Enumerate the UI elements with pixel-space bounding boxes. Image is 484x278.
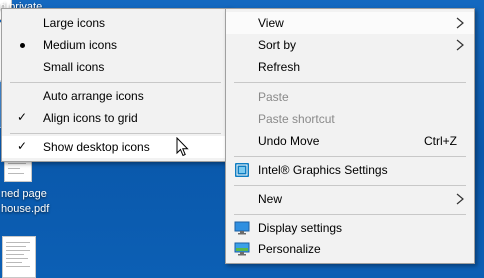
menu-item-label: Refresh	[258, 60, 301, 74]
menu-item-label: Personalize	[258, 242, 321, 256]
menu-separator	[234, 156, 466, 157]
menu-item-paste[interactable]: Paste	[226, 86, 474, 108]
mouse-cursor-icon	[176, 137, 189, 157]
chevron-right-icon	[456, 39, 464, 51]
menu-item-label: Medium icons	[43, 38, 118, 52]
menu-item-label: Intel® Graphics Settings	[258, 163, 388, 177]
menu-item-label: Small icons	[43, 60, 105, 74]
display-settings-icon	[234, 221, 250, 235]
menu-item-label: Show desktop icons	[43, 140, 150, 154]
menu-item-medium-icons[interactable]: Medium icons	[2, 34, 229, 56]
desktop-icon-thumbnail[interactable]	[2, 236, 36, 278]
check-icon: ✓	[17, 139, 28, 153]
menu-item-small-icons[interactable]: Small icons	[2, 56, 229, 78]
keyboard-shortcut: Ctrl+Z	[424, 134, 457, 148]
menu-item-align-icons-to-grid[interactable]: ✓ Align icons to grid	[2, 107, 229, 129]
menu-item-label: Align icons to grid	[43, 111, 138, 125]
bullet-icon	[20, 43, 25, 48]
menu-separator	[234, 214, 466, 215]
desktop-icon-label: house.pdf	[1, 203, 50, 215]
menu-separator	[10, 82, 221, 83]
menu-item-display-settings[interactable]: Display settings	[226, 217, 474, 239]
menu-item-view[interactable]: View	[226, 12, 474, 34]
menu-item-undo-move[interactable]: Undo Move Ctrl+Z	[226, 130, 474, 152]
menu-item-label: Paste shortcut	[258, 112, 335, 126]
desktop-context-menu: View Sort by Refresh Paste Paste shortcu…	[225, 8, 475, 264]
chevron-right-icon	[456, 17, 464, 29]
desktop-icon-label: ned page	[1, 188, 47, 200]
menu-item-label: View	[258, 16, 284, 30]
view-submenu: Large icons Medium icons Small icons Aut…	[1, 8, 230, 162]
menu-item-large-icons[interactable]: Large icons	[2, 12, 229, 34]
menu-item-label: Undo Move	[258, 134, 320, 148]
menu-item-paste-shortcut[interactable]: Paste shortcut	[226, 108, 474, 130]
menu-item-personalize[interactable]: Personalize	[226, 238, 474, 260]
personalize-icon	[234, 242, 250, 256]
menu-item-new[interactable]: New	[226, 188, 474, 210]
menu-item-label: Auto arrange icons	[43, 89, 144, 103]
menu-separator	[10, 133, 221, 134]
menu-item-label: Large icons	[43, 16, 106, 30]
menu-item-label: Paste	[258, 90, 289, 104]
menu-item-sort-by[interactable]: Sort by	[226, 34, 474, 56]
check-icon: ✓	[17, 110, 28, 124]
menu-item-intel-graphics-settings[interactable]: Intel® Graphics Settings	[226, 159, 474, 181]
intel-graphics-icon	[235, 163, 249, 177]
menu-item-label: Sort by	[258, 38, 297, 52]
menu-item-show-desktop-icons[interactable]: ✓ Show desktop icons	[2, 136, 229, 158]
menu-separator	[234, 185, 466, 186]
menu-item-label: New	[258, 192, 283, 206]
menu-item-label: Display settings	[258, 221, 343, 235]
menu-item-refresh[interactable]: Refresh	[226, 56, 474, 78]
chevron-right-icon	[456, 193, 464, 205]
menu-item-auto-arrange-icons[interactable]: Auto arrange icons	[2, 85, 229, 107]
menu-separator	[234, 82, 466, 83]
